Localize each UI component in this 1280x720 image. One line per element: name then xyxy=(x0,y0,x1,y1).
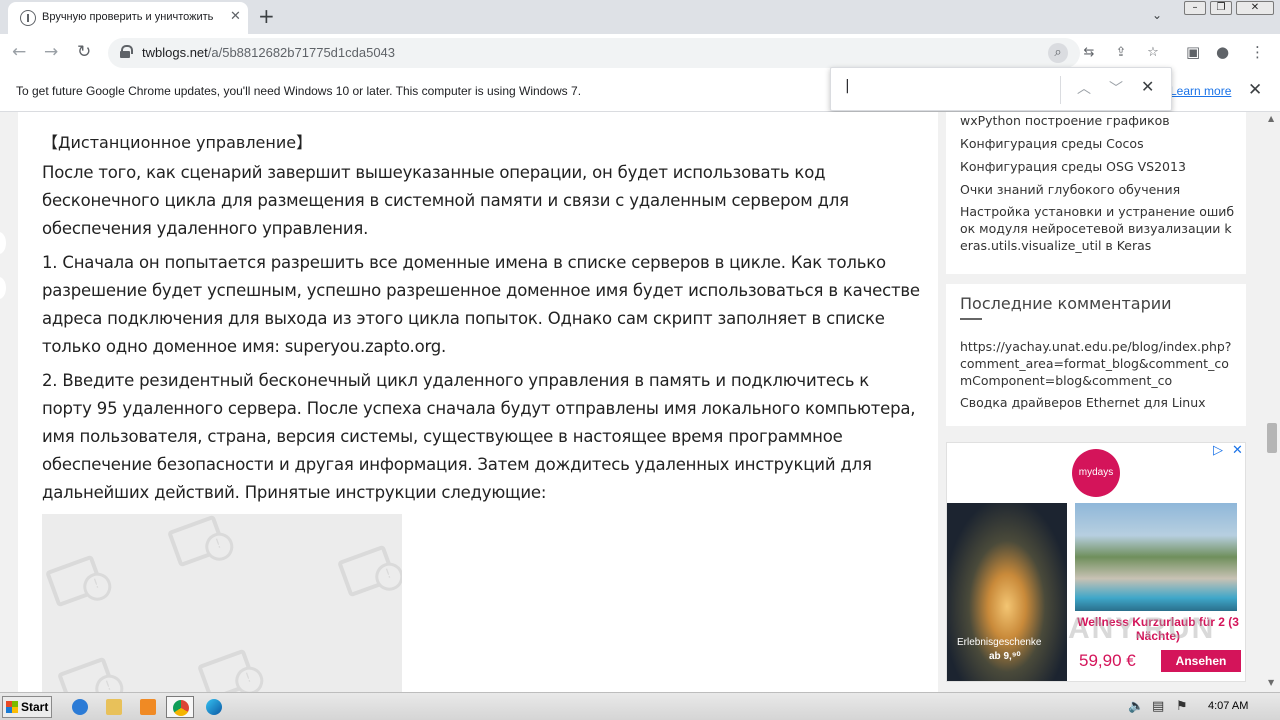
title-underline xyxy=(960,318,982,320)
windows-taskbar: Start 🔈 ▤ ⚑ 4:07 AM xyxy=(0,692,1280,720)
scroll-thumb[interactable] xyxy=(1267,423,1277,453)
advertisement[interactable]: ▷ ✕ mydays Erlebnisgeschenke ab 9,⁹⁰ Wel… xyxy=(946,442,1246,682)
related-link[interactable]: wxPython построение графиков xyxy=(960,112,1235,129)
taskbar-explorer[interactable] xyxy=(100,696,128,718)
reload-icon[interactable]: ↻ xyxy=(77,42,91,62)
widget-title: Последние комментарии xyxy=(960,294,1172,313)
site-favicon-icon xyxy=(20,10,36,26)
ad-close-icon[interactable]: ✕ xyxy=(1232,443,1243,458)
url-path: /a/5b8812682b71775d1cda5043 xyxy=(207,45,396,60)
find-input[interactable]: | xyxy=(845,78,1055,100)
browser-tab[interactable]: Вручную проверить и уничтожить ✕ xyxy=(8,2,248,34)
restore-button[interactable]: ❐ xyxy=(1210,1,1232,15)
side-panel-icon[interactable]: ▣ xyxy=(1186,43,1200,61)
taskbar-media[interactable] xyxy=(134,696,162,718)
translate-icon[interactable]: ⇆ xyxy=(1079,43,1099,63)
zoom-search-icon[interactable]: ⌕ xyxy=(1048,43,1068,63)
page-scrollbar[interactable]: ▲ ▼ xyxy=(1264,112,1280,692)
web-page: 【Дистанционное управление】 После того, к… xyxy=(0,112,1264,692)
url-text[interactable]: twblogs.net/a/5b8812682b71775d1cda5043 xyxy=(142,45,395,60)
dome-photo[interactable]: Erlebnisgeschenke ab 9,⁹⁰ xyxy=(947,503,1067,681)
article-paragraph: После того, как сценарий завершит вышеук… xyxy=(42,163,849,238)
folder-icon xyxy=(106,699,122,715)
ad-from-price: ab 9,⁹⁰ xyxy=(989,651,1021,662)
tab-strip: Вручную проверить и уничтожить ✕ + ⌄ – ❐… xyxy=(0,0,1280,34)
menu-kebab-icon[interactable]: ⋮ xyxy=(1250,43,1265,61)
taskbar-chrome[interactable] xyxy=(166,696,194,718)
scroll-down-arrow-icon[interactable]: ▼ xyxy=(1268,678,1274,687)
find-next-icon[interactable]: ﹀ xyxy=(1109,78,1123,98)
adchoices-icon[interactable]: ▷ xyxy=(1213,443,1223,458)
broken-image-icon xyxy=(337,544,397,598)
tab-title: Вручную проверить и уничтожить xyxy=(42,11,214,23)
internet-explorer-icon xyxy=(72,699,88,715)
find-bar: | ︿ ﹀ ✕ xyxy=(830,67,1172,111)
forward-arrow-icon[interactable]: → xyxy=(44,42,58,62)
section-heading: 【Дистанционное управление】 xyxy=(42,133,313,152)
related-articles-widget: wxPython построение графиков Конфигураци… xyxy=(946,112,1246,274)
scroll-up-arrow-icon[interactable]: ▲ xyxy=(1268,114,1274,123)
article-paragraph: 2. Введите резидентный бесконечный цикл … xyxy=(42,371,916,502)
learn-more-link[interactable]: Learn more xyxy=(1170,84,1231,98)
back-arrow-icon[interactable]: ← xyxy=(12,42,26,62)
taskbar-clock[interactable]: 4:07 AM xyxy=(1208,700,1248,712)
close-window-button[interactable]: ✕ xyxy=(1236,1,1274,15)
find-divider xyxy=(1060,76,1061,104)
comment-link[interactable]: Сводка драйверов Ethernet для Linux xyxy=(960,394,1235,411)
url-host: twblogs.net xyxy=(142,45,208,60)
network-icon[interactable]: ▤ xyxy=(1152,699,1164,714)
tab-search-chevron-icon[interactable]: ⌄ xyxy=(1152,8,1162,22)
ad-caption: Erlebnisgeschenke xyxy=(957,637,1042,648)
volume-icon[interactable]: 🔈 xyxy=(1128,699,1144,714)
lock-icon[interactable] xyxy=(120,45,133,58)
chrome-icon xyxy=(173,700,189,716)
ad-price: 59,90 € xyxy=(1079,651,1136,670)
comment-link[interactable]: https://yachay.unat.edu.pe/blog/index.ph… xyxy=(960,338,1235,389)
find-close-icon[interactable]: ✕ xyxy=(1141,77,1154,96)
start-button[interactable]: Start xyxy=(2,696,52,718)
action-center-flag-icon[interactable]: ⚑ xyxy=(1176,699,1188,714)
article-body: 【Дистанционное управление】 После того, к… xyxy=(18,112,938,692)
share-icon[interactable]: ⇪ xyxy=(1111,43,1131,63)
taskbar-edge[interactable] xyxy=(200,696,228,718)
image-placeholder xyxy=(42,514,402,692)
windows-logo-icon xyxy=(6,701,18,713)
left-edge-decoration xyxy=(0,277,6,299)
tab-close-icon[interactable]: ✕ xyxy=(230,9,241,24)
new-tab-button[interactable]: + xyxy=(258,4,275,28)
ad-cta-button[interactable]: Ansehen xyxy=(1161,650,1241,672)
related-link[interactable]: Конфигурация среды Cocos xyxy=(960,135,1235,152)
find-previous-icon[interactable]: ︿ xyxy=(1077,78,1091,98)
broken-image-icon xyxy=(45,554,105,608)
start-label: Start xyxy=(21,700,49,714)
profile-avatar-icon[interactable]: ● xyxy=(1216,43,1229,61)
broken-image-icon xyxy=(57,656,117,692)
media-player-icon xyxy=(140,699,156,715)
taskbar-ie[interactable] xyxy=(66,696,94,718)
watermark: ANY.RUN xyxy=(1068,612,1216,645)
broken-image-icon xyxy=(197,648,257,692)
recent-comments-widget: Последние комментарии https://yachay.una… xyxy=(946,284,1246,426)
related-link[interactable]: Конфигурация среды OSG VS2013 xyxy=(960,158,1235,175)
broken-image-icon xyxy=(167,514,227,568)
left-edge-decoration xyxy=(0,232,6,254)
address-bar[interactable]: twblogs.net/a/5b8812682b71775d1cda5043 ⌕… xyxy=(108,38,1159,68)
article-paragraph: 1. Сначала он попытается разрешить все д… xyxy=(42,253,920,356)
infobar-message: To get future Google Chrome updates, you… xyxy=(16,84,582,98)
bookmark-star-icon[interactable]: ☆ xyxy=(1143,43,1163,63)
minimize-button[interactable]: – xyxy=(1184,1,1206,15)
related-link[interactable]: Очки знаний глубокого обучения xyxy=(960,181,1235,198)
edge-icon xyxy=(206,699,222,715)
infobar-close-icon[interactable]: ✕ xyxy=(1248,80,1262,100)
brand-logo[interactable]: mydays xyxy=(1072,449,1120,497)
hotel-photo[interactable] xyxy=(1075,503,1237,611)
related-link[interactable]: Настройка установки и устранение ошибок … xyxy=(960,203,1235,254)
